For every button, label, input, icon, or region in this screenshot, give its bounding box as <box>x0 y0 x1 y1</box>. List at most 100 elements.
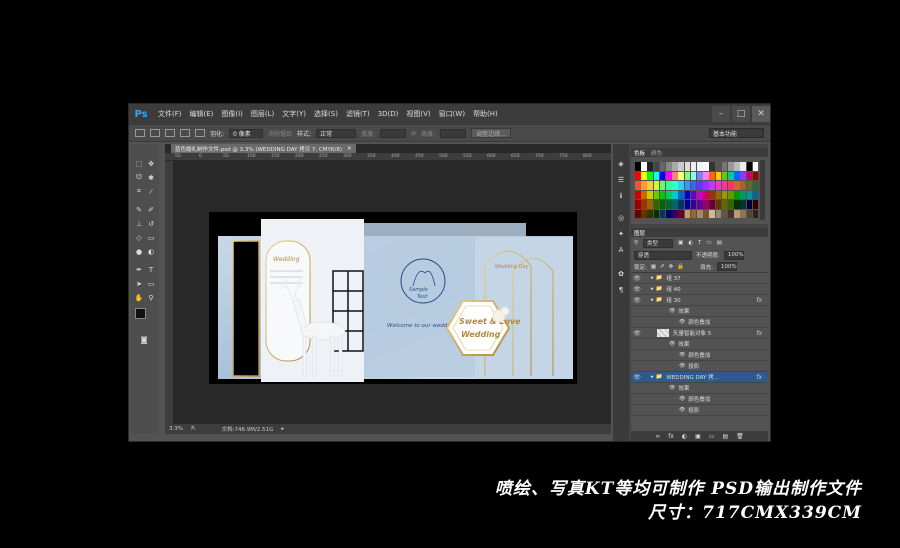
filter-kind-select[interactable]: 类型 <box>643 238 674 248</box>
lasso-tool-icon[interactable]: ᘎ <box>133 172 145 183</box>
tab-color[interactable]: 颜色 <box>651 149 662 157</box>
color-swatch[interactable] <box>635 200 641 209</box>
color-swatch[interactable] <box>740 209 746 218</box>
canvas-viewport[interactable]: Wedding Sample Text Welcome to our weddi… <box>173 161 611 424</box>
color-swatch[interactable] <box>709 162 715 171</box>
color-swatch[interactable] <box>666 171 672 180</box>
color-swatch[interactable] <box>659 162 666 171</box>
effect-visibility-icon[interactable]: 👁 <box>679 396 685 402</box>
menu-edit[interactable]: 编辑(E) <box>186 109 218 119</box>
new-layer-icon[interactable]: ▤ <box>722 433 728 440</box>
styles-panel-icon[interactable]: A <box>615 244 627 255</box>
color-swatch[interactable] <box>635 190 641 199</box>
color-swatch[interactable] <box>641 171 647 180</box>
color-swatch[interactable] <box>641 190 647 199</box>
color-swatch[interactable] <box>709 190 715 199</box>
menu-window[interactable]: 窗口(W) <box>435 109 469 119</box>
channels-panel-icon[interactable]: ◎ <box>615 212 627 223</box>
color-swatch[interactable] <box>728 200 734 209</box>
menu-filter[interactable]: 滤镜(T) <box>342 109 374 119</box>
layer-row[interactable]: 👁 颜色叠加 <box>631 317 768 328</box>
layer-row[interactable]: 👁 投影 <box>631 405 768 416</box>
color-swatch[interactable] <box>653 200 660 209</box>
folder-icon[interactable]: ▸ 📁 <box>651 297 662 303</box>
menu-type[interactable]: 文字(Y) <box>278 109 310 119</box>
color-swatch[interactable] <box>641 181 647 190</box>
color-swatch[interactable] <box>684 171 691 180</box>
color-swatch[interactable] <box>647 209 653 218</box>
eyedropper-icon[interactable]: ⁄ <box>145 186 157 197</box>
color-swatch[interactable] <box>647 200 653 209</box>
character-panel-icon[interactable]: ¶ <box>615 284 627 295</box>
color-swatch[interactable] <box>672 190 678 199</box>
color-swatch[interactable] <box>678 200 684 209</box>
layer-row[interactable]: 👁 ▸ 📁 组 37 <box>631 273 768 284</box>
fill-input[interactable]: 100% <box>717 262 737 271</box>
color-swatch[interactable] <box>752 181 759 190</box>
color-swatch[interactable] <box>653 209 660 218</box>
color-swatch[interactable] <box>647 190 653 199</box>
color-swatch[interactable] <box>740 200 746 209</box>
new-group-icon[interactable]: ▭ <box>709 433 715 440</box>
color-swatch[interactable] <box>666 209 672 218</box>
color-swatch[interactable] <box>752 209 759 218</box>
type-tool-icon[interactable]: T <box>145 264 157 275</box>
color-swatch[interactable] <box>734 190 740 199</box>
color-swatch[interactable] <box>690 181 697 190</box>
color-swatch[interactable] <box>690 171 697 180</box>
smart-object-thumb-icon[interactable] <box>657 329 669 337</box>
filter-smart-icon[interactable]: ▤ <box>717 240 722 246</box>
color-swatch[interactable] <box>721 209 728 218</box>
fx-badge[interactable]: fx <box>756 297 762 304</box>
add-style-icon[interactable]: fx <box>668 433 674 440</box>
new-selection-icon[interactable] <box>150 129 160 137</box>
color-swatch[interactable] <box>684 162 691 171</box>
filter-pixel-icon[interactable]: ▣ <box>678 240 683 246</box>
color-swatch[interactable] <box>734 171 740 180</box>
color-swatch[interactable] <box>647 181 653 190</box>
history-brush-icon[interactable]: ↺ <box>145 218 157 229</box>
eraser-tool-icon[interactable]: ◇ <box>133 232 145 243</box>
layer-row[interactable]: 👁 颜色叠加 <box>631 350 768 361</box>
healing-brush-icon[interactable]: ✎ <box>133 204 145 215</box>
color-swatch[interactable] <box>641 200 647 209</box>
color-swatch[interactable] <box>715 171 722 180</box>
color-swatch[interactable] <box>752 190 759 199</box>
color-swatch[interactable] <box>703 171 709 180</box>
layer-row[interactable]: 👁 矢量智能对象 5 fx <box>631 328 768 339</box>
color-swatch[interactable] <box>721 200 728 209</box>
color-swatch[interactable] <box>684 181 691 190</box>
color-swatch[interactable] <box>721 190 728 199</box>
menu-help[interactable]: 帮助(H) <box>469 109 502 119</box>
opacity-input[interactable]: 100% <box>723 250 744 260</box>
color-swatch[interactable] <box>659 181 666 190</box>
color-swatch[interactable] <box>728 190 734 199</box>
color-swatch[interactable] <box>672 162 678 171</box>
color-swatch[interactable] <box>709 171 715 180</box>
color-swatch[interactable] <box>684 209 691 218</box>
feather-input[interactable]: 0 像素 <box>229 128 264 138</box>
status-menu-arrow-icon[interactable]: ▸ <box>281 426 284 432</box>
workspace-select[interactable]: 基本功能 <box>709 128 764 138</box>
crop-tool-icon[interactable]: ⌗ <box>133 186 145 197</box>
minimize-button[interactable]: – <box>712 106 730 122</box>
effect-visibility-icon[interactable]: 👁 <box>669 341 675 347</box>
color-swatch[interactable] <box>635 181 641 190</box>
menu-image[interactable]: 图像(I) <box>217 109 247 119</box>
color-swatch[interactable] <box>703 181 709 190</box>
menu-file[interactable]: 文件(F) <box>154 109 186 119</box>
filter-type-icon[interactable]: T <box>698 240 701 246</box>
move-tool-icon[interactable]: ✥ <box>145 158 157 169</box>
color-swatch[interactable] <box>653 190 660 199</box>
menu-layer[interactable]: 图层(L) <box>247 109 278 119</box>
export-icon[interactable]: ⇱ <box>191 426 196 432</box>
color-swatch[interactable] <box>672 200 678 209</box>
add-mask-icon[interactable]: ◐ <box>682 433 687 440</box>
marquee-tool-preset-icon[interactable] <box>135 129 145 137</box>
color-swatch[interactable] <box>703 190 709 199</box>
color-swatch[interactable] <box>666 181 672 190</box>
gradient-tool-icon[interactable]: ▭ <box>145 232 157 243</box>
foreground-color-swatch[interactable] <box>135 308 146 319</box>
color-swatch[interactable] <box>697 190 703 199</box>
color-swatch[interactable] <box>734 162 740 171</box>
